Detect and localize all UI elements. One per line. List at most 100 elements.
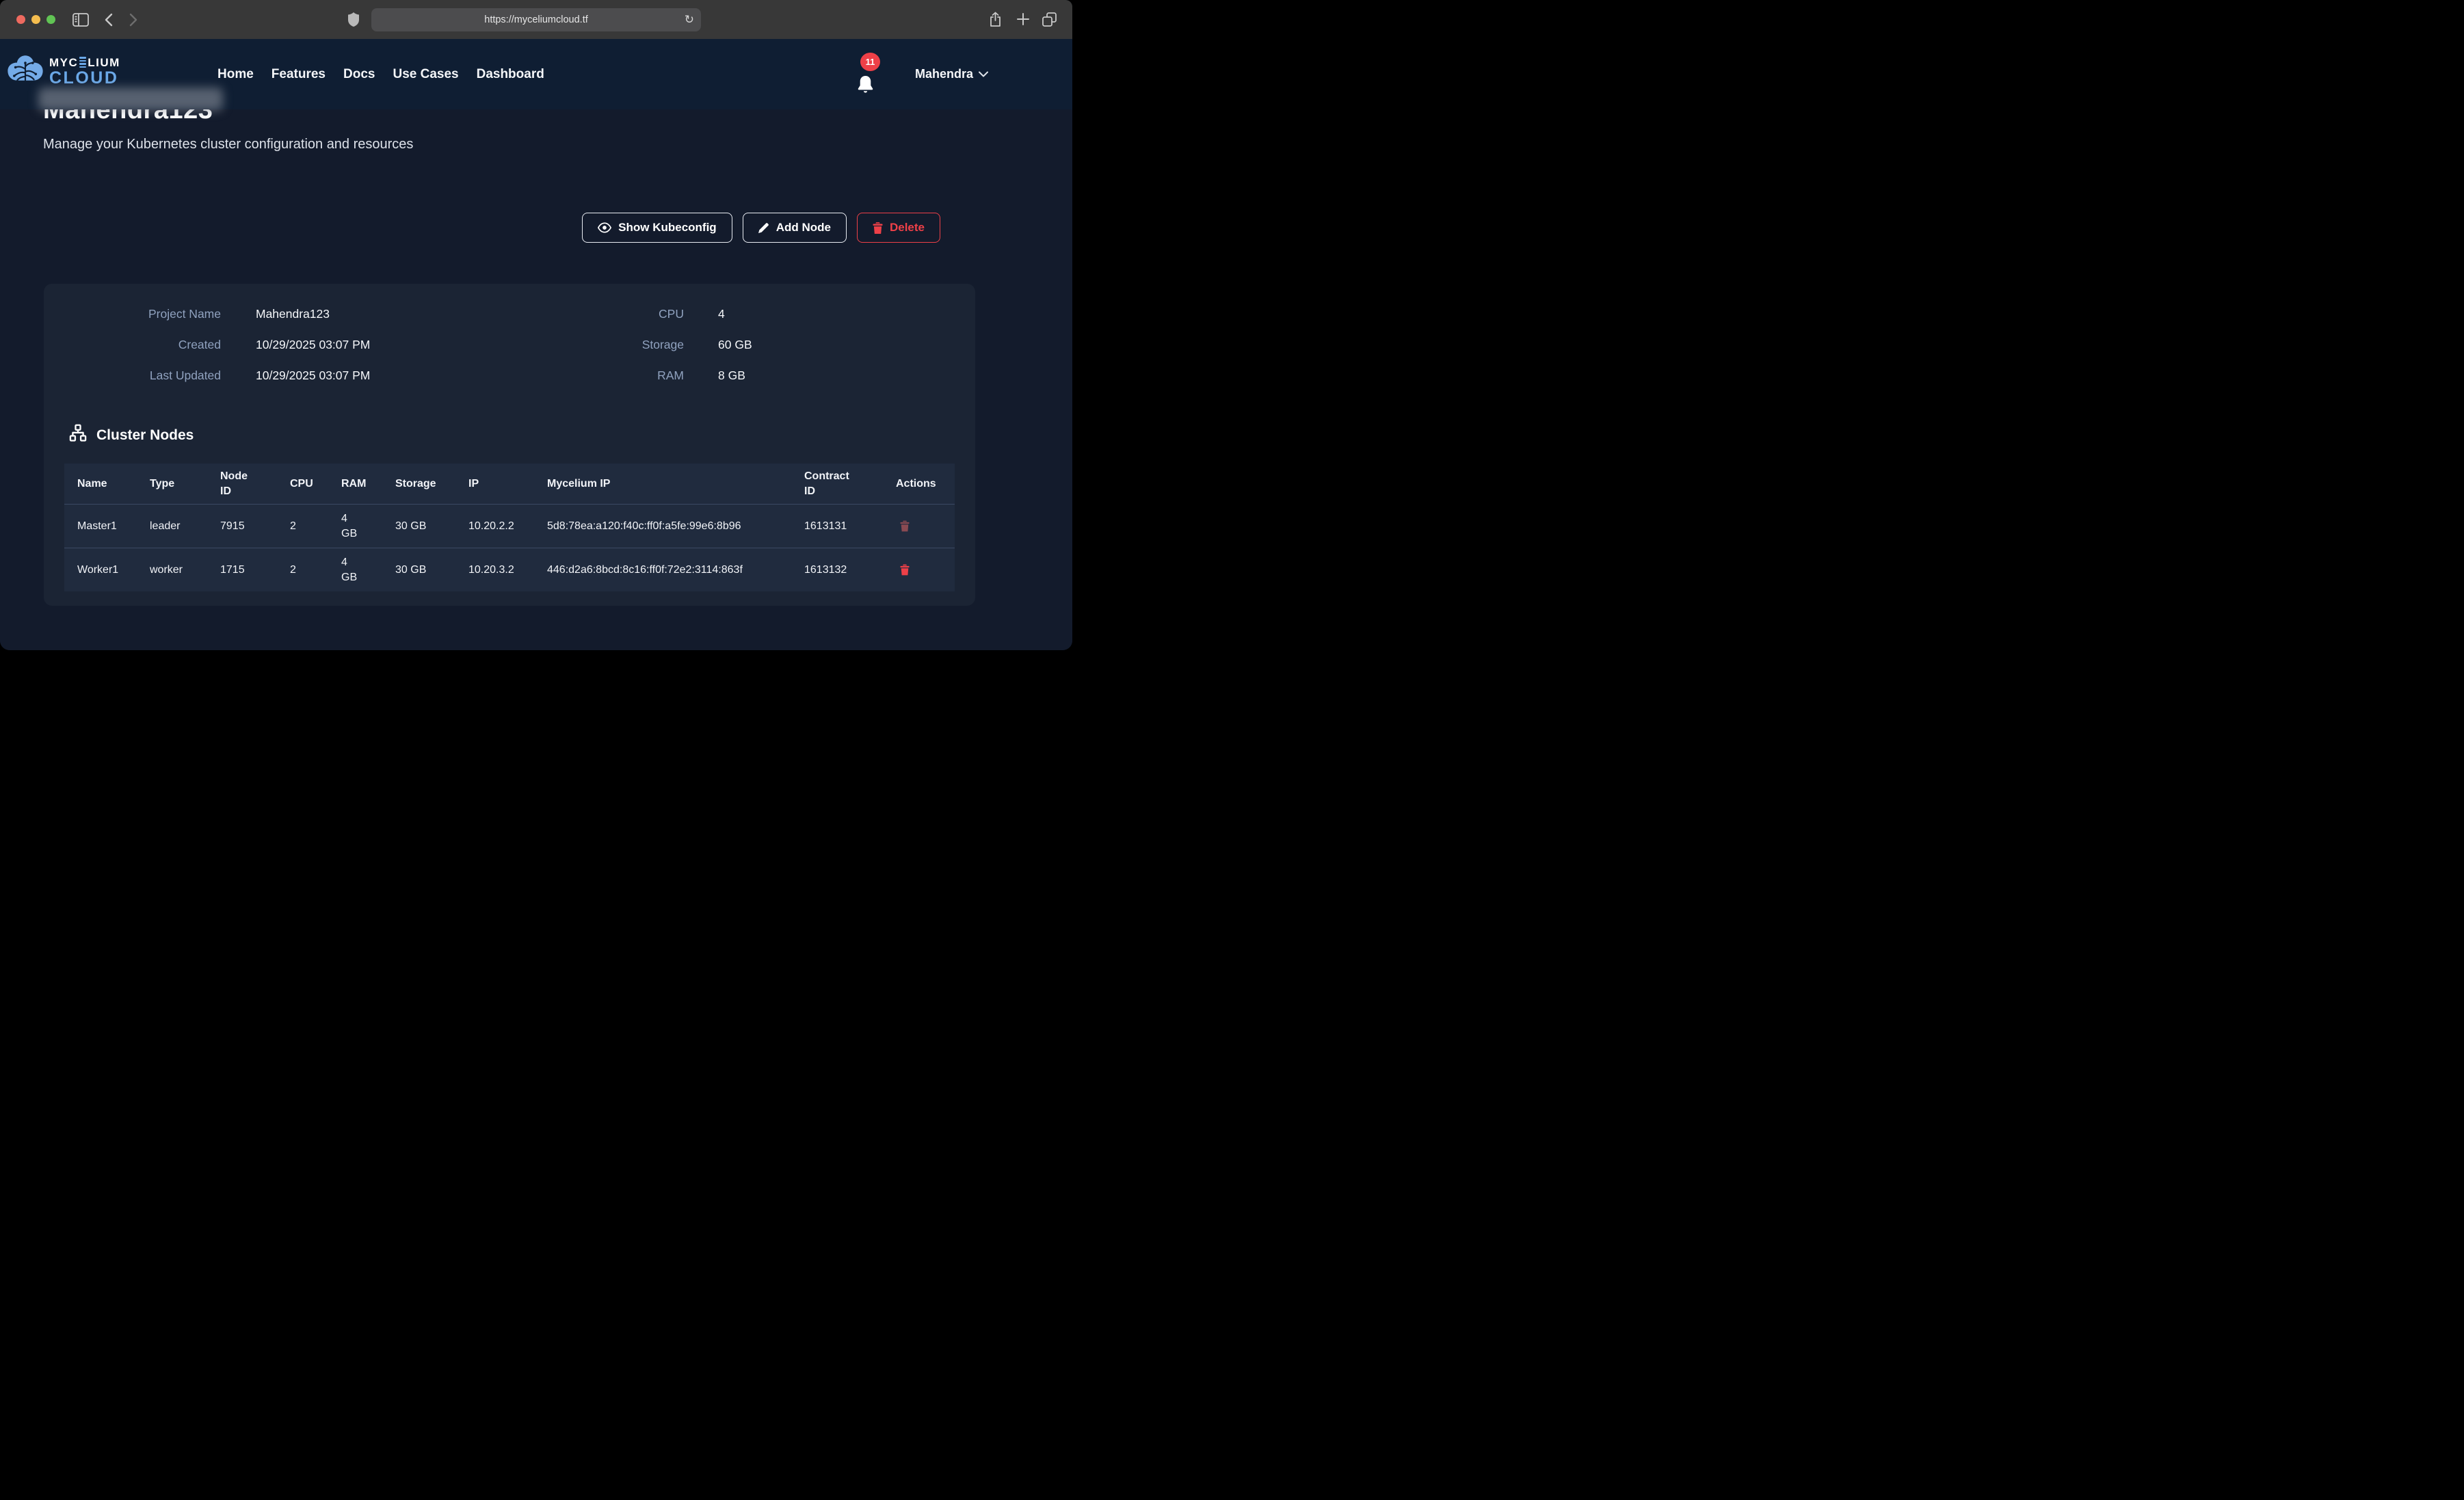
new-tab-icon[interactable] bbox=[1017, 13, 1029, 25]
toolbar: Show Kubeconfig Add Node Delete bbox=[582, 213, 940, 243]
logo-line-mycelium: MYCLIUM bbox=[49, 57, 120, 68]
col-header-actions: Actions bbox=[883, 464, 955, 504]
minimize-window-button[interactable] bbox=[31, 15, 40, 24]
node-actions bbox=[883, 548, 955, 591]
info-label: CPU bbox=[533, 307, 684, 321]
info-value: 10/29/2025 03:07 PM bbox=[256, 338, 370, 352]
eye-icon bbox=[598, 222, 611, 233]
info-label: RAM bbox=[533, 369, 684, 383]
chevron-down-icon bbox=[979, 68, 988, 81]
col-header-name: Name bbox=[64, 464, 137, 504]
bell-icon bbox=[857, 76, 874, 98]
cluster-info-right: CPU 4 Storage 60 GB RAM 8 GB bbox=[533, 299, 752, 391]
node-storage: 30 GB bbox=[382, 505, 455, 548]
show-kubeconfig-label: Show Kubeconfig bbox=[618, 221, 717, 235]
user-name: Mahendra bbox=[915, 67, 973, 81]
trash-icon bbox=[873, 222, 883, 234]
reload-icon[interactable]: ↻ bbox=[685, 13, 694, 27]
node-actions bbox=[883, 505, 955, 548]
notifications-button[interactable]: 11 bbox=[855, 58, 882, 96]
trash-icon bbox=[900, 564, 910, 576]
info-value: 8 GB bbox=[718, 369, 752, 383]
delete-label: Delete bbox=[890, 221, 925, 235]
delete-node-button[interactable] bbox=[896, 564, 910, 576]
mycelium-cloud-logo[interactable]: MYCLIUM CLOUD bbox=[7, 54, 120, 89]
logo-text: MYCLIUM CLOUD bbox=[49, 57, 120, 87]
col-header-contract-id: Contract ID bbox=[791, 464, 883, 504]
node-mycelium-ip: 5d8:78ea:a120:f40c:ff0f:a5fe:99e6:8b96 bbox=[534, 505, 791, 548]
add-node-label: Add Node bbox=[776, 221, 831, 235]
col-header-mycelium-ip: Mycelium IP bbox=[534, 464, 791, 504]
node-cpu: 2 bbox=[277, 505, 328, 548]
blur-smudge bbox=[38, 88, 223, 111]
sidebar-toggle-icon[interactable] bbox=[72, 13, 89, 27]
node-contract-id: 1613132 bbox=[791, 548, 883, 591]
share-icon[interactable] bbox=[989, 12, 1002, 27]
cluster-details-panel: Project Name Mahendra123 Created 10/29/2… bbox=[44, 284, 975, 606]
nav-links: Home Features Docs Use Cases Dashboard bbox=[217, 39, 544, 109]
page-content: Mahendra123 Manage your Kubernetes clust… bbox=[0, 39, 1072, 650]
table-row: Worker1 worker 1715 2 4 GB 30 GB 10.20.3… bbox=[64, 548, 955, 591]
info-value: 60 GB bbox=[718, 338, 752, 352]
info-label: Created bbox=[44, 338, 221, 352]
cluster-nodes-title: Cluster Nodes bbox=[96, 427, 194, 444]
browser-window: https://myceliumcloud.tf ↻ Mahendra123 M… bbox=[0, 0, 1072, 650]
node-type: worker bbox=[137, 548, 207, 591]
node-id: 1715 bbox=[207, 548, 277, 591]
nav-link-docs[interactable]: Docs bbox=[343, 67, 375, 82]
trash-icon bbox=[900, 520, 910, 532]
col-header-ip: IP bbox=[455, 464, 534, 504]
pencil-icon bbox=[758, 222, 769, 233]
browser-chrome: https://myceliumcloud.tf ↻ bbox=[0, 0, 1072, 39]
nav-link-home[interactable]: Home bbox=[217, 67, 254, 82]
node-type: leader bbox=[137, 505, 207, 548]
forward-icon[interactable] bbox=[129, 13, 138, 27]
url-text: https://myceliumcloud.tf bbox=[484, 14, 588, 25]
user-menu[interactable]: Mahendra bbox=[915, 39, 988, 109]
nav-link-use-cases[interactable]: Use Cases bbox=[393, 67, 458, 82]
logo-e-bars-icon bbox=[79, 57, 86, 68]
privacy-shield-icon[interactable] bbox=[348, 12, 359, 27]
logo-line-cloud: CLOUD bbox=[49, 70, 120, 87]
node-storage: 30 GB bbox=[382, 548, 455, 591]
traffic-lights bbox=[16, 15, 55, 24]
close-window-button[interactable] bbox=[16, 15, 25, 24]
node-ram: 4 GB bbox=[328, 505, 382, 548]
delete-node-button[interactable] bbox=[896, 520, 910, 532]
col-header-cpu: CPU bbox=[277, 464, 328, 504]
node-id: 7915 bbox=[207, 505, 277, 548]
node-contract-id: 1613131 bbox=[791, 505, 883, 548]
info-label: Storage bbox=[533, 338, 684, 352]
node-name: Worker1 bbox=[64, 548, 137, 591]
col-header-node-id: Node ID bbox=[207, 464, 277, 504]
node-mycelium-ip: 446:d2a6:8bcd:8c16:ff0f:72e2:3114:863f bbox=[534, 548, 791, 591]
info-label: Project Name bbox=[44, 307, 221, 321]
node-name: Master1 bbox=[64, 505, 137, 548]
address-bar[interactable]: https://myceliumcloud.tf ↻ bbox=[371, 8, 701, 31]
node-ip: 10.20.3.2 bbox=[455, 548, 534, 591]
nav-link-features[interactable]: Features bbox=[271, 67, 326, 82]
node-ram: 4 GB bbox=[328, 548, 382, 591]
table-header-row: Name Type Node ID CPU RAM Storage IP Myc… bbox=[64, 464, 955, 504]
col-header-ram: RAM bbox=[328, 464, 382, 504]
back-icon[interactable] bbox=[104, 13, 113, 27]
zoom-window-button[interactable] bbox=[47, 15, 55, 24]
col-header-storage: Storage bbox=[382, 464, 455, 504]
nodes-table: Name Type Node ID CPU RAM Storage IP Myc… bbox=[64, 464, 955, 591]
show-kubeconfig-button[interactable]: Show Kubeconfig bbox=[582, 213, 732, 243]
delete-cluster-button[interactable]: Delete bbox=[857, 213, 940, 243]
info-label: Last Updated bbox=[44, 369, 221, 383]
info-value: 10/29/2025 03:07 PM bbox=[256, 369, 370, 383]
cloud-tree-logo-icon bbox=[7, 54, 44, 89]
network-nodes-icon bbox=[68, 424, 88, 446]
cluster-info-left: Project Name Mahendra123 Created 10/29/2… bbox=[44, 299, 370, 391]
info-value: Mahendra123 bbox=[256, 307, 370, 321]
nav-link-dashboard[interactable]: Dashboard bbox=[477, 67, 544, 82]
col-header-type: Type bbox=[137, 464, 207, 504]
table-row: Master1 leader 7915 2 4 GB 30 GB 10.20.2… bbox=[64, 504, 955, 548]
page-subtitle: Manage your Kubernetes cluster configura… bbox=[43, 137, 413, 152]
tab-overview-icon[interactable] bbox=[1042, 12, 1057, 27]
info-value: 4 bbox=[718, 307, 752, 321]
cluster-nodes-heading: Cluster Nodes bbox=[68, 424, 194, 446]
add-node-button[interactable]: Add Node bbox=[743, 213, 847, 243]
